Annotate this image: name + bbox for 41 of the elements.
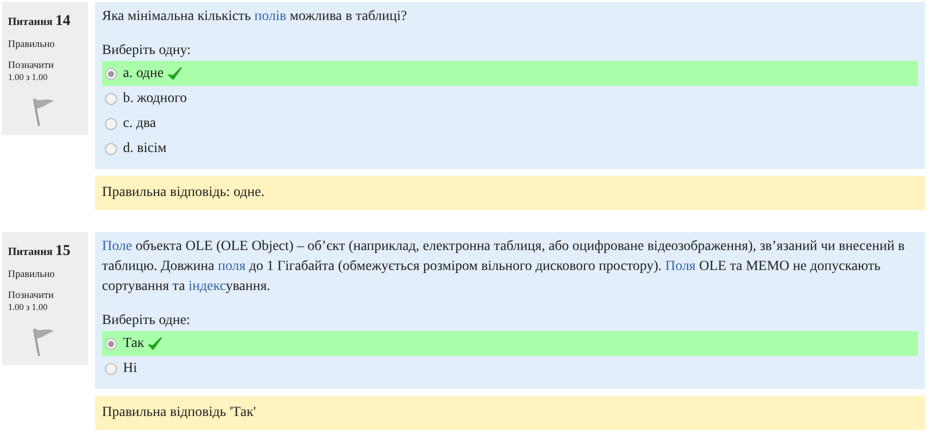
checkmark-icon (148, 336, 162, 350)
option-label: b. жодного (123, 90, 187, 108)
radio-button[interactable] (105, 362, 117, 374)
answer-prompt: Виберіть одне: (102, 312, 190, 330)
answer-option[interactable]: d. вісім (102, 136, 918, 161)
flag-icon[interactable] (30, 95, 56, 128)
option-label: Так (123, 334, 144, 352)
question-grade: 1.00 з 1.00 (8, 72, 49, 84)
glossary-link[interactable]: полів (254, 9, 286, 24)
radio-button[interactable] (105, 68, 117, 80)
flag-icon[interactable] (30, 325, 56, 358)
radio-button[interactable] (105, 92, 117, 104)
radio-button[interactable] (105, 142, 117, 154)
option-label: a. одне (123, 64, 164, 82)
answer-option[interactable]: a. одне (102, 61, 918, 86)
correct-answer-text: Правильна відповідь 'Так' (102, 405, 256, 420)
answer-option[interactable]: Так (102, 331, 918, 356)
option-label: d. вісім (123, 140, 166, 158)
glossary-link[interactable]: індекс (188, 279, 226, 294)
glossary-link[interactable]: Поля (665, 259, 696, 274)
question-text: Яка мінімальна кількість полів можлива в таблиці? (102, 8, 408, 26)
checkmark-icon (168, 66, 182, 80)
question-grade: 1.00 з 1.00 (8, 302, 49, 314)
flag-question-label[interactable]: Позначити (8, 290, 82, 302)
answer-option[interactable]: b. жодного (102, 86, 918, 111)
radio-button[interactable] (105, 338, 117, 350)
question-status: Правильно (8, 38, 56, 52)
answer-option[interactable]: Ні (102, 356, 918, 381)
correct-answer-text: Правильна відповідь: одне. (102, 185, 264, 200)
flag-question-label[interactable]: Позначити (8, 60, 82, 72)
question-number: Питання 14 (8, 12, 72, 31)
option-label: c. два (123, 114, 156, 132)
answer-option[interactable]: c. два (102, 111, 918, 136)
glossary-link[interactable]: Поле (102, 239, 132, 254)
question-text: Поле объекта OLE (OLE Object) – об’єкт (наприклад, електронна таблиця, або оцифроване відеозображення), зв’язаний чи внесений в таблицю. Довжина поля до 1 Гігабайта (обмежується розміром вільного дискового простору). Поля OLE та MEMO не допускають сортування та індексування. (102, 238, 906, 296)
glossary-link[interactable]: поля (218, 259, 246, 274)
radio-button[interactable] (105, 118, 117, 130)
question-status: Правильно (8, 268, 56, 282)
option-label: Ні (123, 360, 137, 378)
answer-prompt: Виберіть одну: (102, 42, 191, 60)
question-number: Питання 15 (8, 242, 72, 261)
